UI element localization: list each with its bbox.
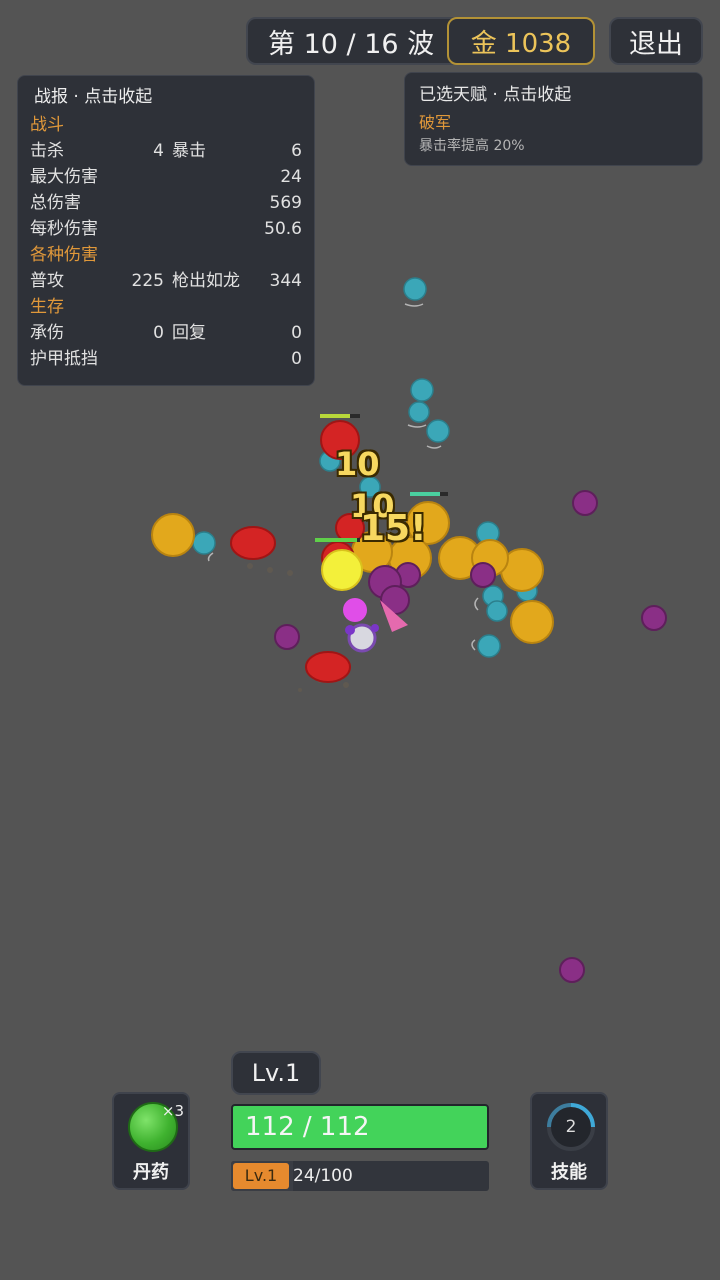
section-survival: 生存	[30, 297, 64, 317]
stat-row: 护甲抵挡 0	[30, 346, 302, 372]
damage-number: 10	[335, 445, 380, 483]
stat-row: 普攻 225 枪出如龙 344	[30, 268, 302, 294]
potion-label: 丹药	[133, 1162, 169, 1183]
player-character	[321, 549, 408, 653]
hp-bar: 112 / 112	[231, 1104, 489, 1150]
stat-label: 每秒伤害	[30, 219, 98, 239]
stat-value: 225	[131, 271, 164, 291]
xp-text: 24/100	[293, 1166, 353, 1186]
stat-value: 569	[269, 193, 302, 213]
stat-label: 护甲抵挡	[30, 349, 98, 369]
section-combat: 战斗	[30, 115, 64, 135]
stat-row: 击杀 4 暴击 6	[30, 138, 302, 164]
stat-row: 承伤 0 回复 0	[30, 320, 302, 346]
skill-cooldown: 2	[565, 1117, 577, 1137]
purple-enemies	[274, 490, 667, 983]
potion-count: ×3	[161, 1102, 184, 1120]
stat-value: 0	[291, 323, 302, 343]
stat-value: 0	[291, 349, 302, 369]
skill-label: 技能	[551, 1162, 587, 1183]
report-title[interactable]: 战报 · 点击收起	[30, 82, 302, 112]
stat-value: 344	[269, 271, 302, 291]
hp-text: 112 / 112	[245, 1112, 370, 1142]
stat-value: 4	[153, 141, 164, 161]
talent-title[interactable]: 已选天赋 · 点击收起	[419, 79, 688, 111]
stat-value: 24	[280, 167, 302, 187]
section-damage: 各种伤害	[30, 245, 98, 265]
talent-desc: 暴击率提高 20%	[419, 138, 525, 154]
stat-label: 回复	[172, 323, 206, 343]
battle-report-panel[interactable]: 战报 · 点击收起 战斗 击杀 4 暴击 6 最大伤害 24 总伤害 569 每…	[17, 75, 315, 386]
talent-name: 破军	[419, 113, 452, 132]
stat-value: 50.6	[264, 219, 302, 239]
stat-label: 承伤	[30, 323, 64, 343]
level-chip: Lv.1	[231, 1051, 321, 1095]
quit-button[interactable]: 退出	[609, 17, 703, 65]
crit-damage-number: 15!	[360, 508, 427, 549]
potion-button[interactable]: ×3 丹药	[112, 1092, 190, 1190]
stat-value: 0	[153, 323, 164, 343]
stat-label: 最大伤害	[30, 167, 98, 187]
stat-label: 暴击	[172, 141, 206, 161]
xp-level-badge: Lv.1	[233, 1163, 289, 1189]
stat-label: 普攻	[30, 271, 64, 291]
xp-bar: Lv.1 24/100	[231, 1161, 489, 1191]
stat-label: 枪出如龙	[172, 271, 240, 291]
stat-value: 6	[291, 141, 302, 161]
stat-row: 总伤害 569	[30, 190, 302, 216]
stat-row: 最大伤害 24	[30, 164, 302, 190]
gold-counter: 金 1038	[447, 17, 595, 65]
skill-button[interactable]: 2 技能	[530, 1092, 608, 1190]
dust-trail	[247, 563, 349, 692]
wave-counter: 第 10 / 16 波	[246, 17, 464, 65]
stat-label: 击杀	[30, 141, 64, 161]
talent-panel[interactable]: 已选天赋 · 点击收起 破军 暴击率提高 20%	[404, 72, 703, 166]
stat-label: 总伤害	[30, 193, 81, 213]
stat-row: 每秒伤害 50.6	[30, 216, 302, 242]
